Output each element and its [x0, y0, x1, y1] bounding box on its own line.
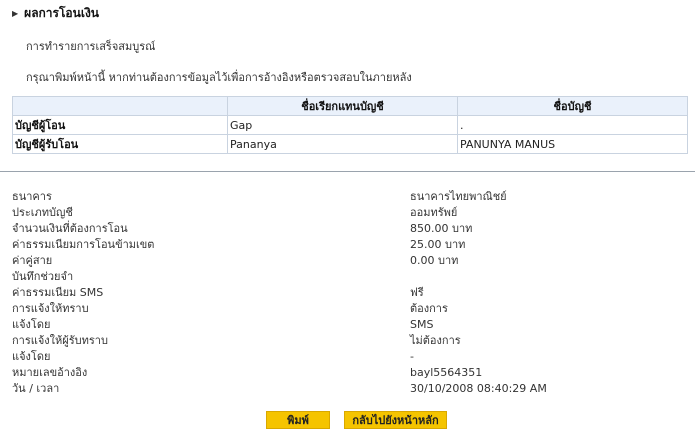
detail-row-sms-fee: ค่าธรรมเนียม SMS ฟรี [12, 285, 692, 301]
column-header-nickname: ชื่อเรียกแทนบัญชี [227, 96, 458, 116]
detail-label: แจ้งโดย [12, 318, 51, 331]
row-label-sender: บัญชีผู้โอน [12, 115, 228, 135]
detail-value: ฟรี [410, 286, 424, 299]
detail-row-notify: การแจ้งให้ทราบ ต้องการ [12, 301, 692, 317]
triangle-right-icon: ▶ [12, 8, 19, 18]
detail-value: 30/10/2008 08:40:29 AM [410, 382, 547, 395]
detail-row-recipient-notify-by: แจ้งโดย - [12, 349, 692, 365]
table-row: บัญชีผู้รับโอน Pananya PANUNYA MANUS [12, 134, 688, 154]
detail-value: 0.00 บาท [410, 254, 459, 267]
detail-value: ไม่ต้องการ [410, 334, 461, 347]
recipient-account-name: PANUNYA MANUS [457, 134, 688, 154]
detail-label: จำนวนเงินที่ต้องการโอน [12, 222, 128, 235]
detail-row-line-fee: ค่าคู่สาย 0.00 บาท [12, 253, 692, 269]
detail-row-datetime: วัน / เวลา 30/10/2008 08:40:29 AM [12, 381, 692, 397]
row-label-recipient: บัญชีผู้รับโอน [12, 134, 228, 154]
detail-value: SMS [410, 318, 434, 331]
divider [0, 171, 695, 172]
sender-nickname: Gap [227, 115, 458, 135]
detail-value: 25.00 บาท [410, 238, 466, 251]
transfer-details: ธนาคาร ธนาคารไทยพาณิชย์ ประเภทบัญชี ออมท… [12, 189, 692, 397]
detail-row-bank: ธนาคาร ธนาคารไทยพาณิชย์ [12, 189, 692, 205]
back-to-home-button[interactable]: กลับไปยังหน้าหลัก [344, 411, 447, 429]
detail-row-reference: หมายเลขอ้างอิง bayl5564351 [12, 365, 692, 381]
detail-value: ธนาคารไทยพาณิชย์ [410, 190, 507, 203]
detail-label: บันทึกช่วยจำ [12, 270, 74, 283]
detail-label: ค่าคู่สาย [12, 254, 53, 267]
detail-value: - [410, 350, 414, 363]
detail-label: หมายเลขอ้างอิง [12, 366, 88, 379]
detail-row-account-type: ประเภทบัญชี ออมทรัพย์ [12, 205, 692, 221]
detail-label: วัน / เวลา [12, 382, 60, 395]
detail-label: การแจ้งให้ผู้รับทราบ [12, 334, 108, 347]
detail-label: แจ้งโดย [12, 350, 51, 363]
table-row: บัญชีผู้โอน Gap . [12, 115, 688, 135]
column-header-account-name: ชื่อบัญชี [457, 96, 688, 116]
detail-label: ค่าธรรมเนียมการโอนข้ามเขต [12, 238, 155, 251]
accounts-table: ชื่อเรียกแทนบัญชี ชื่อบัญชี บัญชีผู้โอน … [12, 96, 688, 154]
table-header-row: ชื่อเรียกแทนบัญชี ชื่อบัญชี [12, 96, 688, 116]
detail-label: ธนาคาร [12, 190, 52, 203]
print-hint-message: กรุณาพิมพ์หน้านี้ หากท่านต้องการข้อมูลไว… [26, 71, 412, 84]
detail-row-cross-region-fee: ค่าธรรมเนียมการโอนข้ามเขต 25.00 บาท [12, 237, 692, 253]
detail-value: ต้องการ [410, 302, 448, 315]
detail-label: ประเภทบัญชี [12, 206, 73, 219]
recipient-nickname: Pananya [227, 134, 458, 154]
sender-account-name: . [457, 115, 688, 135]
detail-row-memo: บันทึกช่วยจำ [12, 269, 692, 285]
detail-row-amount: จำนวนเงินที่ต้องการโอน 850.00 บาท [12, 221, 692, 237]
section-title: ผลการโอนเงิน [24, 5, 100, 20]
detail-value: ออมทรัพย์ [410, 206, 458, 219]
detail-value: 850.00 บาท [410, 222, 473, 235]
detail-row-notify-recipient: การแจ้งให้ผู้รับทราบ ไม่ต้องการ [12, 333, 692, 349]
detail-label: ค่าธรรมเนียม SMS [12, 286, 104, 299]
print-button[interactable]: พิมพ์ [266, 411, 330, 429]
success-message: การทำรายการเสร็จสมบูรณ์ [26, 40, 156, 53]
detail-label: การแจ้งให้ทราบ [12, 302, 89, 315]
detail-row-notify-by: แจ้งโดย SMS [12, 317, 692, 333]
section-header: ▶ ผลการโอนเงิน [12, 4, 99, 22]
detail-value: bayl5564351 [410, 366, 483, 379]
column-header-empty [12, 96, 228, 116]
